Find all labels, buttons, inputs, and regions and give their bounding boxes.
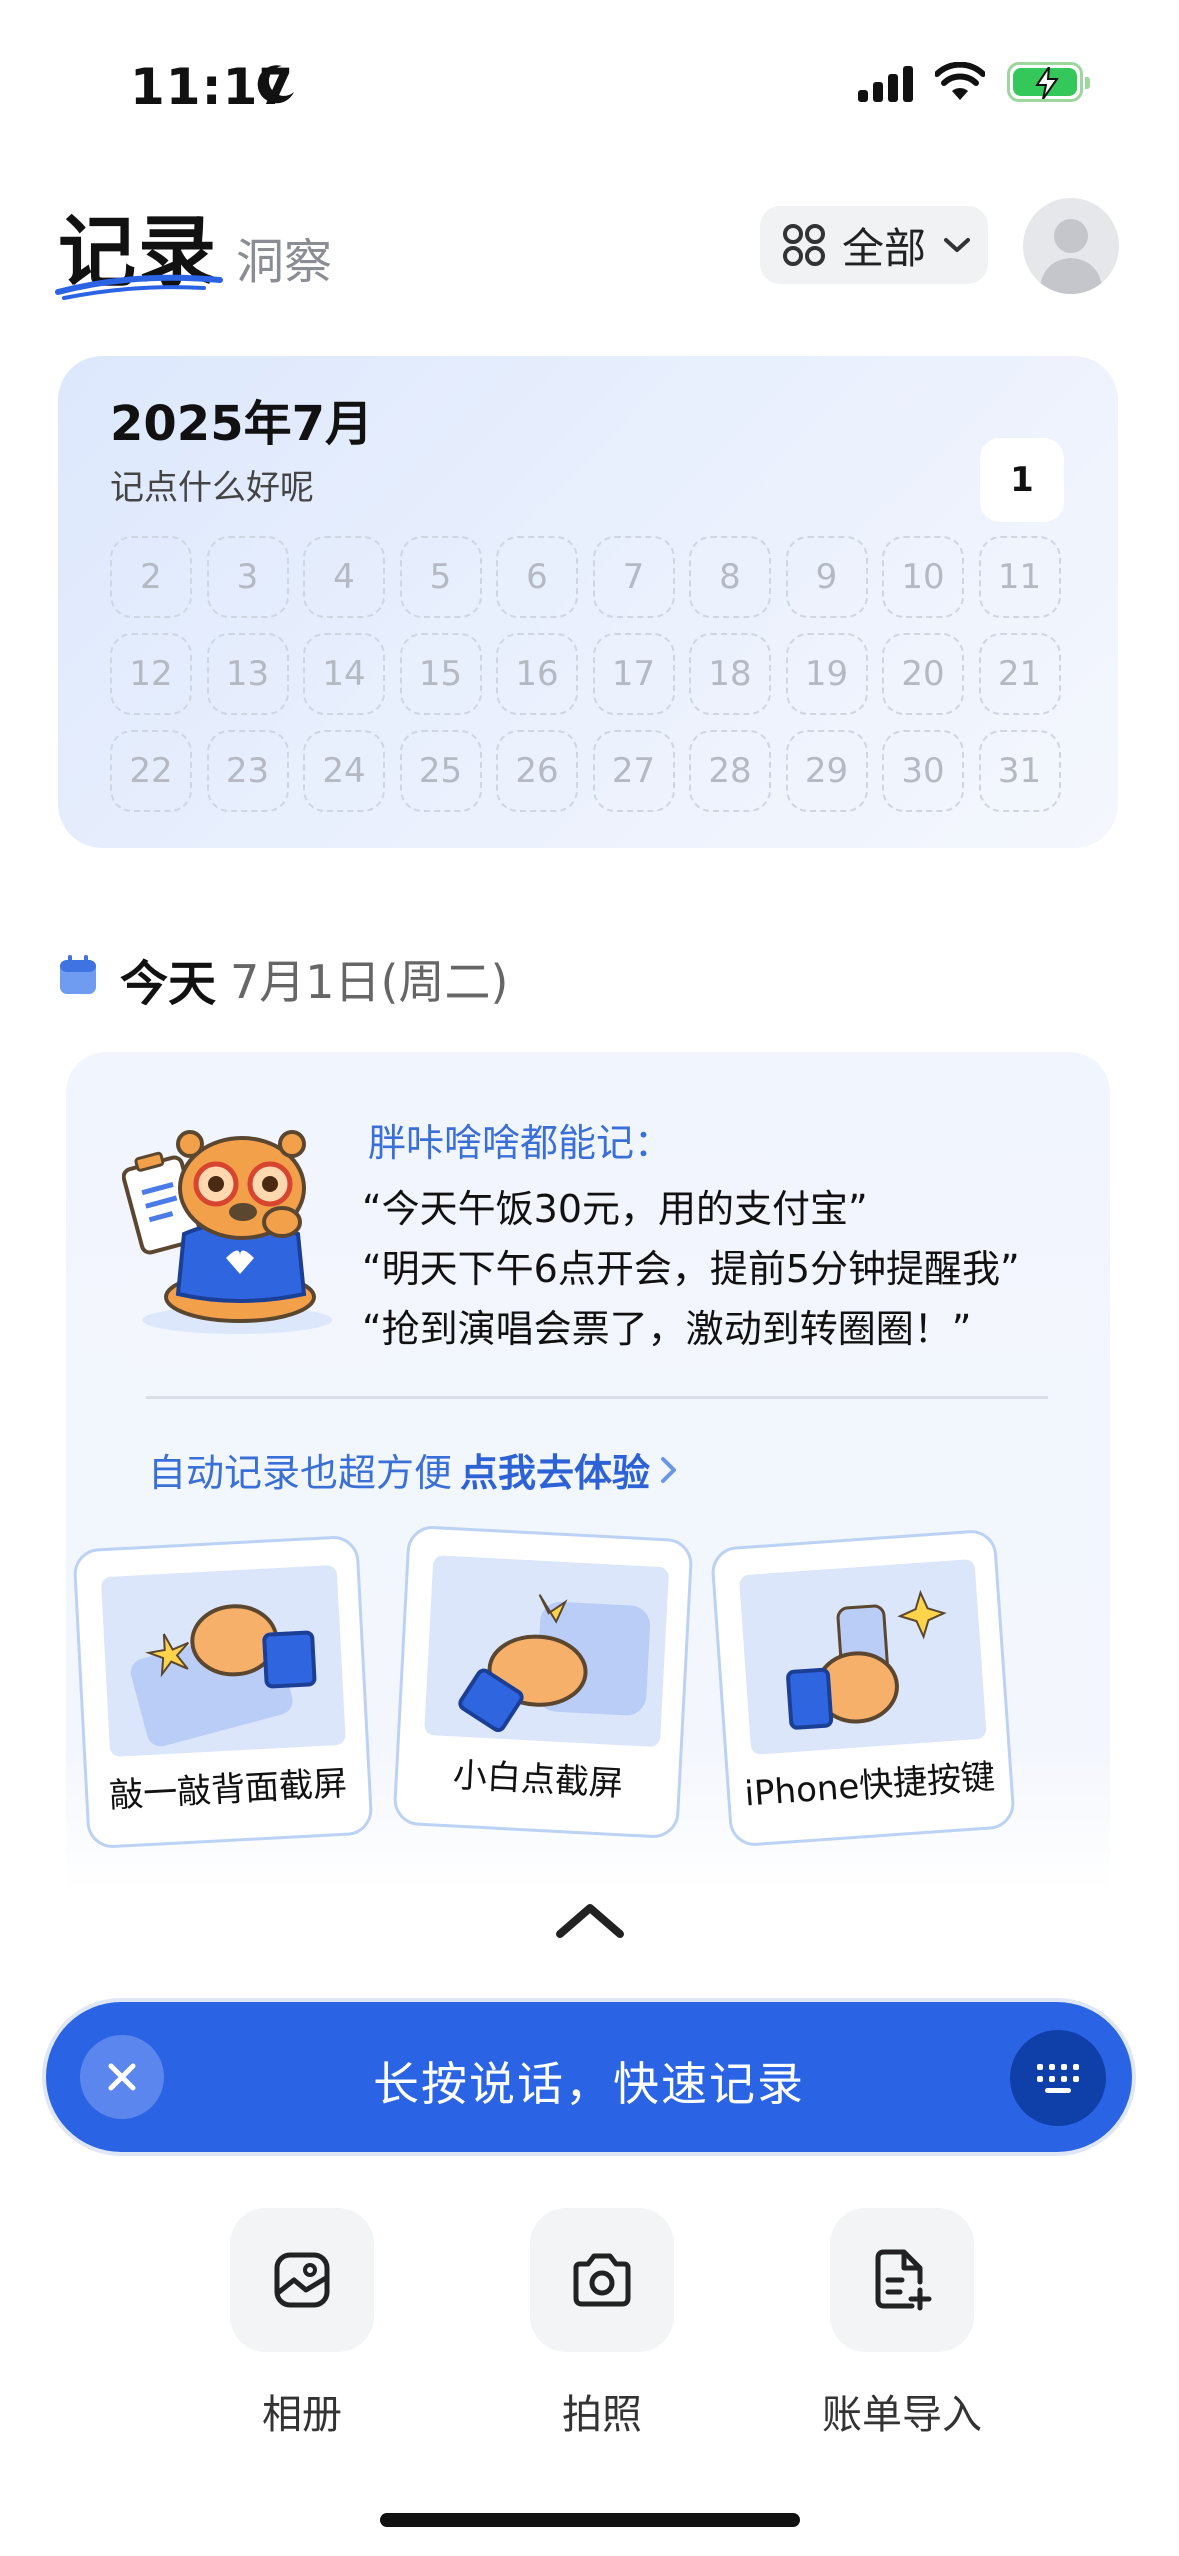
cellular-signal-icon (858, 62, 913, 102)
auto-record-text: 自动记录也超方便 (148, 1451, 453, 1495)
keyboard-icon (1037, 2064, 1079, 2093)
tab-insight[interactable]: 洞察 (236, 222, 332, 292)
tip-example-2: “明天下午6点开会，提前5分钟提醒我” (362, 1247, 1020, 1291)
calendar-day[interactable]: 5 (399, 536, 482, 618)
feature-label: iPhone快捷按键 (743, 1757, 997, 1815)
shortcut-illustration (738, 1558, 987, 1755)
calendar-day[interactable]: 31 (978, 730, 1061, 812)
moon-icon (257, 65, 294, 104)
album-label: 相册 (262, 2392, 342, 2438)
assistive-touch-illustration (424, 1555, 670, 1748)
calendar-day[interactable]: 17 (592, 633, 675, 715)
calendar-day[interactable]: 28 (689, 730, 771, 812)
feature-assistive-touch[interactable]: 小白点截屏 (392, 1524, 694, 1840)
calendar-day[interactable]: 9 (785, 536, 868, 618)
camera-label: 拍照 (562, 2392, 642, 2438)
user-icon (1039, 219, 1103, 294)
album-action[interactable]: 相册 (202, 2208, 402, 2440)
calendar-day[interactable]: 4 (303, 536, 385, 618)
back-tap-illustration (100, 1564, 346, 1757)
calendar-day[interactable]: 23 (206, 730, 289, 812)
calendar-day[interactable]: 25 (399, 730, 482, 812)
calendar-month-title: 2025年7月 (110, 396, 373, 452)
feature-back-tap[interactable]: 敲一敲背面截屏 (72, 1534, 374, 1850)
calendar-day[interactable]: 15 (399, 633, 482, 715)
bill-import-tile[interactable] (830, 2208, 974, 2352)
calendar-day[interactable]: 2 (110, 536, 192, 618)
calendar-card: 2025年7月 记点什么好呢 1 2 3 4 5 6 7 8 9 10 11 12 13 14 15 16 1… (58, 356, 1118, 848)
calendar-day[interactable]: 6 (496, 536, 578, 618)
auto-record-link[interactable]: 自动记录也超方便 点我去体验 (148, 1442, 680, 1497)
title-underline (55, 274, 223, 300)
calendar-day[interactable]: 11 (978, 536, 1061, 618)
divider (146, 1396, 1048, 1399)
calendar-day[interactable]: 16 (496, 633, 578, 715)
tip-example-1: “今天午饭30元，用的支付宝” (362, 1187, 868, 1231)
calendar-day[interactable]: 19 (785, 633, 868, 715)
feature-label: 敲一敲背面截屏 (108, 1763, 349, 1817)
tip-example-3: “抢到演唱会票了，激动到转圈圈！” (362, 1307, 972, 1351)
image-icon (274, 2252, 330, 2308)
calendar-icon (60, 955, 96, 994)
voice-record-bar[interactable]: 长按说话，快速记录 (46, 2002, 1132, 2152)
bill-import-label: 账单导入 (822, 2392, 982, 2438)
today-date: 7月1日(周二) (230, 955, 509, 1009)
battery-icon (1007, 62, 1090, 102)
home-indicator (380, 2513, 800, 2527)
calendar-day[interactable]: 14 (303, 633, 385, 715)
calendar-grid: 2 3 4 5 6 7 8 9 10 11 12 13 14 15 16 17 18 19 20 21 22 23 24 25… (110, 536, 1061, 812)
calendar-day[interactable]: 24 (303, 730, 385, 812)
wifi-icon (935, 62, 985, 100)
feature-shortcut-button[interactable]: iPhone快捷按键 (709, 1528, 1017, 1848)
chevron-down-icon (944, 238, 971, 252)
calendar-day[interactable]: 12 (110, 633, 192, 715)
keyboard-button[interactable] (1010, 2030, 1106, 2126)
tips-title: 胖咔啥啥都能记： (368, 1121, 673, 1165)
today-label: 今天 (120, 956, 217, 1012)
avatar[interactable] (1023, 198, 1119, 294)
record-page: 11:17 记录 洞察 全部 2025年7月 记点什么好呢 1 2 3 4 5 … (0, 0, 1179, 2556)
filter-button[interactable]: 全部 (760, 206, 988, 284)
calendar-today-cell[interactable]: 1 (980, 438, 1064, 522)
voice-record-label: 长按说话，快速记录 (373, 2057, 805, 2111)
try-it-link: 点我去体验 (460, 1451, 651, 1495)
calendar-day[interactable]: 22 (110, 730, 192, 812)
calendar-day[interactable]: 20 (882, 633, 964, 715)
calendar-day[interactable]: 13 (206, 633, 289, 715)
calendar-day[interactable]: 21 (978, 633, 1061, 715)
calendar-day[interactable]: 29 (785, 730, 868, 812)
feature-label: 小白点截屏 (451, 1755, 624, 1805)
calendar-day[interactable]: 27 (592, 730, 675, 812)
bill-import-action[interactable]: 账单导入 (802, 2208, 1002, 2440)
tips-card: 胖咔啥啥都能记： “今天午饭30元，用的支付宝” “明天下午6点开会，提前5分钟… (66, 1052, 1110, 1892)
calendar-day[interactable]: 7 (592, 536, 675, 618)
calendar-day[interactable]: 26 (496, 730, 578, 812)
document-add-icon (875, 2249, 932, 2311)
calendar-day[interactable]: 30 (882, 730, 964, 812)
calendar-day[interactable]: 8 (689, 536, 771, 618)
calendar-day[interactable]: 3 (206, 536, 289, 618)
album-tile[interactable] (230, 2208, 374, 2352)
mascot-illustration (122, 1130, 332, 1334)
camera-icon (573, 2253, 631, 2307)
calendar-subtitle: 记点什么好呢 (110, 468, 314, 508)
camera-action[interactable]: 拍照 (502, 2208, 702, 2440)
chevron-right-icon (661, 1456, 677, 1483)
camera-tile[interactable] (530, 2208, 674, 2352)
calendar-day[interactable]: 10 (882, 536, 964, 618)
chevron-up-icon[interactable] (554, 1900, 626, 1940)
grid-icon (783, 224, 825, 266)
calendar-day[interactable]: 18 (689, 633, 771, 715)
filter-label: 全部 (842, 223, 927, 273)
status-icons (858, 62, 1090, 102)
